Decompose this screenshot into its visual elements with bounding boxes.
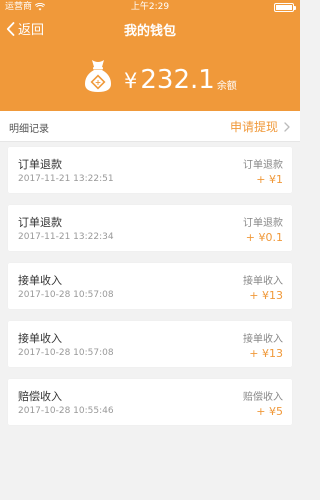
transaction-amount: + ¥13: [249, 289, 283, 302]
balance-amount: 232.1: [140, 65, 215, 95]
transaction-list: 订单退款 2017-11-21 13:22:51 订单退款 + ¥1 订单退款 …: [8, 147, 292, 437]
svg-text:+: +: [95, 78, 101, 87]
transaction-item[interactable]: 订单退款 2017-11-21 13:22:34 订单退款 + ¥0.1: [8, 205, 292, 251]
transaction-amount: + ¥13: [249, 347, 283, 360]
transaction-title: 接单收入: [18, 274, 62, 287]
transaction-date: 2017-10-28 10:55:46: [18, 406, 114, 416]
transaction-amount: + ¥1: [256, 173, 283, 186]
transaction-title: 订单退款: [18, 216, 62, 229]
transaction-date: 2017-10-28 10:57:08: [18, 290, 114, 300]
transaction-date: 2017-10-28 10:57:08: [18, 348, 114, 358]
transaction-title: 订单退款: [18, 158, 62, 171]
navbar: 返回 我的钱包: [0, 14, 300, 44]
transaction-type: 订单退款: [243, 160, 283, 171]
currency-symbol: ¥: [124, 69, 138, 93]
battery-icon: [274, 3, 296, 12]
transaction-type: 接单收入: [243, 334, 283, 345]
transaction-date: 2017-11-21 13:22:51: [18, 174, 114, 184]
transaction-title: 接单收入: [18, 332, 62, 345]
status-bar: 运营商 上午2:29: [0, 0, 300, 14]
balance-label: 余额: [216, 81, 237, 92]
withdraw-button[interactable]: 申请提现: [230, 118, 290, 135]
transaction-title: 赔偿收入: [18, 390, 62, 403]
withdraw-label: 申请提现: [229, 120, 278, 134]
transaction-date: 2017-11-21 13:22:34: [18, 232, 114, 242]
transaction-amount: + ¥0.1: [245, 231, 283, 244]
transaction-type: 赔偿收入: [243, 392, 283, 403]
status-time: 上午2:29: [130, 2, 170, 12]
money-bag-icon: +: [85, 60, 111, 92]
transaction-amount: + ¥5: [256, 405, 283, 418]
records-label: 明细记录: [9, 124, 49, 135]
wallet-header: 运营商 上午2:29 返回 我的钱包 + ¥ 232.1 余额: [0, 0, 300, 111]
chevron-right-icon: [284, 121, 290, 132]
page-title: 我的钱包: [123, 24, 176, 39]
record-header: 明细记录 申请提现: [0, 111, 300, 142]
balance-display: + ¥ 232.1 余额: [82, 58, 237, 94]
transaction-type: 订单退款: [243, 218, 283, 229]
transaction-item[interactable]: 赔偿收入 2017-10-28 10:55:46 赔偿收入 + ¥5: [8, 379, 292, 425]
transaction-item[interactable]: 订单退款 2017-11-21 13:22:51 订单退款 + ¥1: [8, 147, 292, 193]
transaction-type: 接单收入: [243, 276, 283, 287]
transaction-item[interactable]: 接单收入 2017-10-28 10:57:08 接单收入 + ¥13: [8, 263, 292, 309]
transaction-item[interactable]: 接单收入 2017-10-28 10:57:08 接单收入 + ¥13: [8, 321, 292, 367]
